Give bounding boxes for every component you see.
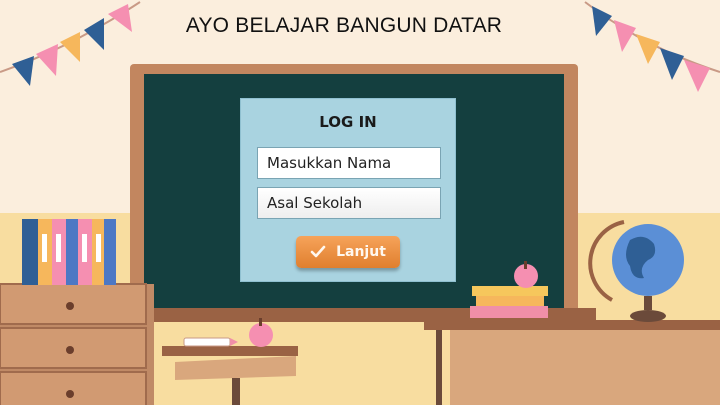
- check-icon: [310, 245, 326, 258]
- teacher-desk: [424, 320, 720, 405]
- school-input[interactable]: [257, 187, 441, 219]
- name-input[interactable]: [257, 147, 441, 179]
- lanjut-button[interactable]: Lanjut: [296, 236, 400, 268]
- login-heading: LOG IN: [319, 113, 377, 131]
- binders: [22, 219, 116, 285]
- page-title: AYO BELAJAR BANGUN DATAR: [185, 14, 503, 37]
- left-cabinet: [0, 283, 154, 405]
- login-panel: LOG IN Lanjut: [240, 98, 456, 282]
- lanjut-label: Lanjut: [336, 244, 386, 260]
